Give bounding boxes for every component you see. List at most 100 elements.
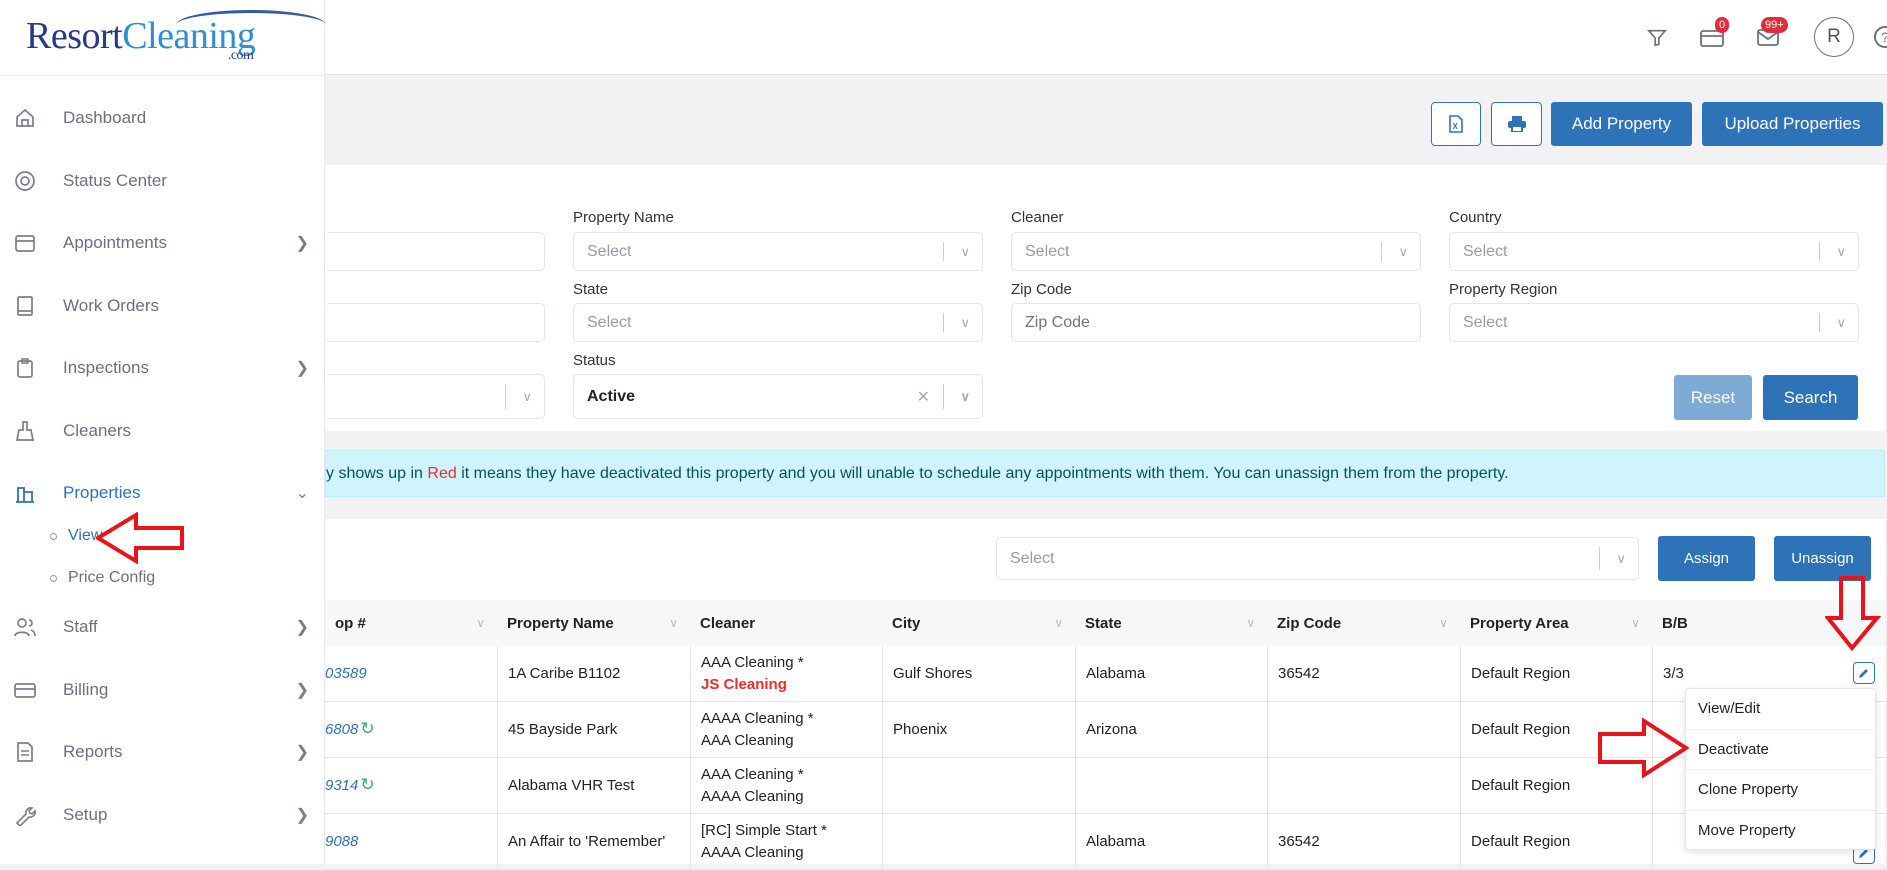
sidebar-item-cleaners[interactable]: Cleaners	[0, 411, 325, 451]
sidebar-item-appointments[interactable]: Appointments ❯	[0, 223, 325, 263]
unassign-button[interactable]: Unassign	[1774, 536, 1871, 581]
menu-item-view-edit[interactable]: View/Edit	[1686, 689, 1875, 730]
column-header[interactable]: Zip Code ∨	[1267, 600, 1460, 646]
clear-icon[interactable]: ✕	[917, 387, 930, 407]
property-name-select[interactable]: Select ∨	[573, 232, 983, 271]
cleaner-label: Cleaner	[1011, 209, 1064, 226]
column-label: Zip Code	[1277, 614, 1342, 632]
cell-name: 45 Bayside Park	[508, 720, 618, 738]
primary-cleaner: AAA Cleaning *	[701, 765, 804, 783]
select-placeholder: Select	[1025, 242, 1070, 260]
table-cell: Default Region	[1460, 646, 1652, 702]
assign-button[interactable]: Assign	[1658, 536, 1755, 581]
column-header[interactable]: City ∨	[882, 600, 1075, 646]
column-header[interactable]: Cleaner	[690, 600, 882, 646]
book-icon	[14, 295, 36, 317]
property-number-link[interactable]: 9314	[325, 777, 358, 794]
export-excel-button[interactable]: X	[1431, 102, 1481, 146]
cell-name: 1A Caribe B1102	[508, 664, 621, 682]
search-button[interactable]: Search	[1763, 375, 1858, 420]
filter-input-1[interactable]	[325, 232, 545, 271]
cell-zip: 36542	[1278, 664, 1320, 682]
menu-item-deactivate[interactable]: Deactivate	[1686, 730, 1875, 770]
sidebar-item-dashboard[interactable]: Dashboard	[0, 98, 325, 138]
add-property-button[interactable]: Add Property	[1551, 102, 1692, 146]
table-cell: Gulf Shores	[882, 646, 1075, 702]
filter-panel	[325, 165, 1885, 431]
table-cell: 9088	[325, 814, 497, 870]
secondary-cleaner: AAAA Cleaning	[701, 787, 804, 805]
sidebar-item-setup[interactable]: Setup ❯	[0, 795, 325, 835]
sidebar: ResortCleaning .com Dashboard Status Cent…	[0, 0, 326, 864]
bulk-cleaner-select[interactable]: Select ∨	[996, 537, 1639, 580]
table-cell	[882, 814, 1075, 870]
wrench-icon	[14, 804, 36, 826]
chevron-down-icon: ∨	[1398, 243, 1408, 259]
menu-item-clone-property[interactable]: Clone Property	[1686, 770, 1875, 811]
secondary-cleaner: AAA Cleaning	[701, 731, 794, 749]
mail-icon[interactable]: 99+	[1757, 17, 1788, 51]
column-header[interactable]: op # ∨	[325, 600, 497, 646]
table-cell	[1075, 758, 1267, 814]
svg-text:X: X	[1453, 122, 1459, 131]
reset-button[interactable]: Reset	[1674, 375, 1752, 420]
sidebar-item-work-orders[interactable]: Work Orders	[0, 286, 325, 326]
excel-file-icon: X	[1449, 115, 1463, 133]
secondary-cleaner: JS Cleaning	[701, 675, 787, 693]
column-label: op #	[335, 614, 366, 632]
column-header[interactable]: Property Name ∨	[497, 600, 690, 646]
cleaner-select[interactable]: Select ∨	[1011, 232, 1421, 271]
annotation-arrow-right-icon	[1598, 718, 1690, 778]
cell-state: Arizona	[1086, 720, 1137, 738]
chevron-right-icon: ❯	[295, 807, 309, 824]
sidebar-item-label: Dashboard	[63, 108, 147, 127]
state-select[interactable]: Select ∨	[573, 303, 983, 342]
property-number-link[interactable]: 9088	[325, 833, 358, 850]
filter-select-3[interactable]: ∨	[325, 374, 545, 419]
sidebar-item-properties[interactable]: Properties ⌄	[0, 473, 325, 513]
table-cell: 1A Caribe B1102	[497, 646, 690, 702]
property-region-label: Property Region	[1449, 281, 1558, 298]
annotation-arrow-down-icon	[1825, 576, 1881, 652]
logo[interactable]: ResortCleaning .com	[26, 10, 326, 63]
sidebar-item-reports[interactable]: Reports ❯	[0, 732, 325, 772]
sidebar-subitem-price-config[interactable]: Price Config	[50, 569, 155, 587]
column-label: Cleaner	[700, 614, 756, 632]
zip-code-input[interactable]	[1011, 303, 1421, 342]
country-select[interactable]: Select ∨	[1449, 232, 1859, 271]
table-cell: Phoenix	[882, 702, 1075, 758]
status-select[interactable]: Active ✕ ∨	[573, 374, 983, 419]
help-icon[interactable]: ?	[1874, 26, 1887, 48]
column-header[interactable]: State ∨	[1075, 600, 1267, 646]
sidebar-item-status-center[interactable]: Status Center	[0, 161, 325, 201]
sidebar-item-label: Inspections	[63, 358, 149, 377]
sidebar-item-label: Reports	[63, 742, 123, 761]
avatar[interactable]: R	[1814, 17, 1854, 57]
menu-item-move-property[interactable]: Move Property	[1686, 811, 1875, 852]
chevron-down-icon: ∨	[1836, 314, 1846, 330]
sort-chevron-icon: ∨	[1439, 616, 1448, 630]
table-cell: [RC] Simple Start * AAAA Cleaning	[690, 814, 882, 870]
sync-icon: ↻	[360, 775, 375, 794]
info-alert: y shows up in Red it means they have dea…	[325, 450, 1885, 497]
property-number-link[interactable]: 03589	[325, 665, 367, 682]
select-placeholder: Select	[1010, 549, 1055, 567]
row-actions-button[interactable]	[1853, 662, 1875, 684]
sidebar-item-inspections[interactable]: Inspections ❯	[0, 348, 325, 388]
sidebar-subitem-view[interactable]: View	[50, 527, 102, 545]
card-notification-icon[interactable]: 0	[1700, 17, 1730, 53]
sidebar-item-billing[interactable]: Billing ❯	[0, 670, 325, 710]
table-cell: 03589	[325, 646, 497, 702]
select-placeholder: Select	[587, 242, 632, 260]
building-icon	[14, 482, 36, 504]
property-region-select[interactable]: Select ∨	[1449, 303, 1859, 342]
sidebar-item-staff[interactable]: Staff ❯	[0, 607, 325, 647]
state-label: State	[573, 281, 609, 298]
print-button[interactable]	[1491, 102, 1542, 146]
column-header[interactable]: Property Area ∨	[1460, 600, 1652, 646]
filter-input-2[interactable]	[325, 303, 545, 342]
cell-city: Gulf Shores	[893, 664, 973, 682]
property-number-link[interactable]: 6808	[325, 721, 358, 738]
filter-icon[interactable]	[1646, 27, 1668, 53]
upload-properties-button[interactable]: Upload Properties	[1702, 102, 1883, 146]
